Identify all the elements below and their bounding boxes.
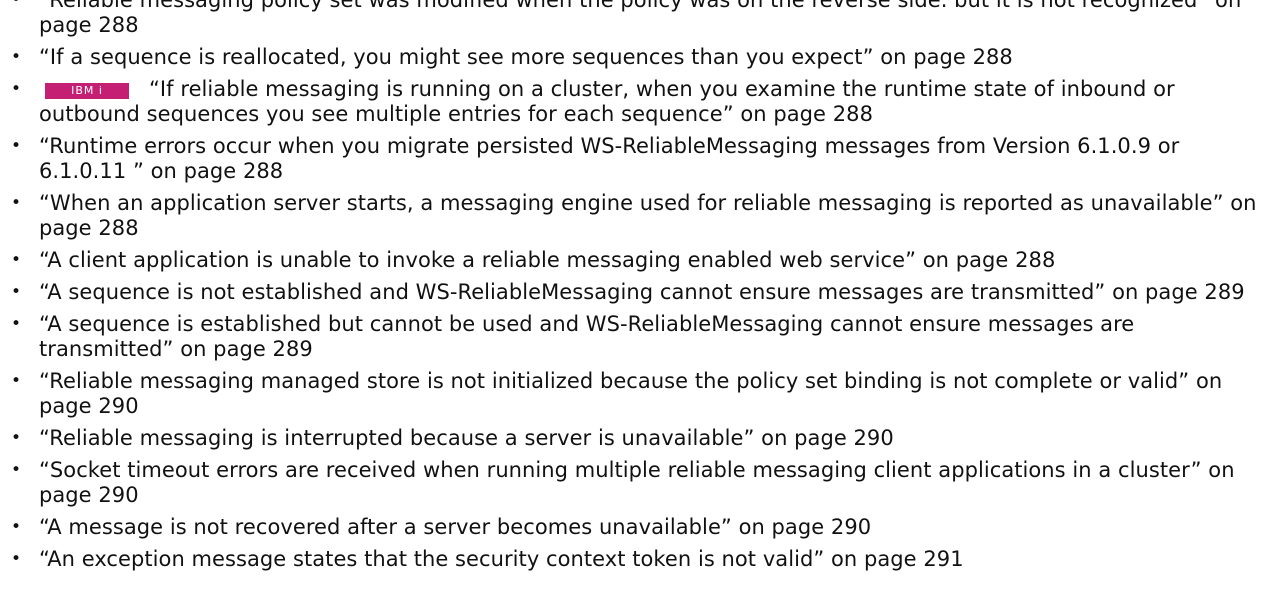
topic-link[interactable]: “If a sequence is reallocated, you might… [39, 45, 1013, 69]
bullet-icon: • [10, 282, 22, 302]
topic-link[interactable]: “An exception message states that the se… [39, 547, 964, 571]
list-item: • “Socket timeout errors are received whe… [0, 458, 1270, 508]
bullet-icon: • [10, 428, 22, 448]
topic-link[interactable]: “When an application server starts, a me… [39, 191, 1257, 240]
bullet-icon: • [10, 549, 22, 569]
list-item: • “If a sequence is reallocated, you migh… [0, 45, 1270, 70]
list-item: • “Reliable messaging policy set was modi… [0, 0, 1270, 38]
topic-link[interactable]: “Runtime errors occur when you migrate p… [39, 134, 1179, 183]
ibm-i-platform-badge: IBM i [45, 83, 129, 99]
bullet-icon: • [10, 0, 22, 10]
list-item: • “A client application is unable to invo… [0, 248, 1270, 273]
bullet-icon: • [10, 460, 22, 480]
topic-link[interactable]: “A sequence is not established and WS-Re… [39, 280, 1245, 304]
list-item: • “Runtime errors occur when you migrate … [0, 134, 1270, 184]
list-item: • “An exception message states that the s… [0, 547, 1270, 572]
topic-link[interactable]: “A client application is unable to invok… [39, 248, 1055, 272]
topic-link[interactable]: “Socket timeout errors are received when… [39, 458, 1235, 507]
topic-link[interactable]: “A message is not recovered after a serv… [39, 515, 871, 539]
topic-link[interactable]: “Reliable messaging managed store is not… [39, 369, 1222, 418]
topic-link[interactable]: “A sequence is established but cannot be… [39, 312, 1134, 361]
troubleshooting-topic-list: • “Reliable messaging policy set was modi… [0, 0, 1270, 572]
topic-link[interactable]: “Reliable messaging policy set was modif… [39, 0, 1241, 37]
bullet-icon: • [10, 314, 22, 334]
bullet-icon: • [10, 371, 22, 391]
bullet-icon: • [10, 193, 22, 213]
list-item: • “A message is not recovered after a ser… [0, 515, 1270, 540]
list-item: • “A sequence is established but cannot b… [0, 312, 1270, 362]
topic-link[interactable]: “Reliable messaging is interrupted becau… [39, 426, 894, 450]
bullet-icon: • [10, 47, 22, 67]
list-item: • IBM i “If reliable messaging is running … [0, 77, 1270, 127]
list-item: • “When an application server starts, a m… [0, 191, 1270, 241]
list-item: • “Reliable messaging is interrupted beca… [0, 426, 1270, 451]
bullet-icon: • [10, 517, 22, 537]
list-item: • “A sequence is not established and WS-R… [0, 280, 1270, 305]
bullet-icon: • [10, 250, 22, 270]
bullet-icon: • [10, 79, 22, 99]
topic-link[interactable]: “If reliable messaging is running on a c… [39, 77, 1175, 126]
document-page: • “Reliable messaging policy set was modi… [0, 0, 1270, 579]
list-item: • “Reliable messaging managed store is no… [0, 369, 1270, 419]
bullet-icon: • [10, 136, 22, 156]
